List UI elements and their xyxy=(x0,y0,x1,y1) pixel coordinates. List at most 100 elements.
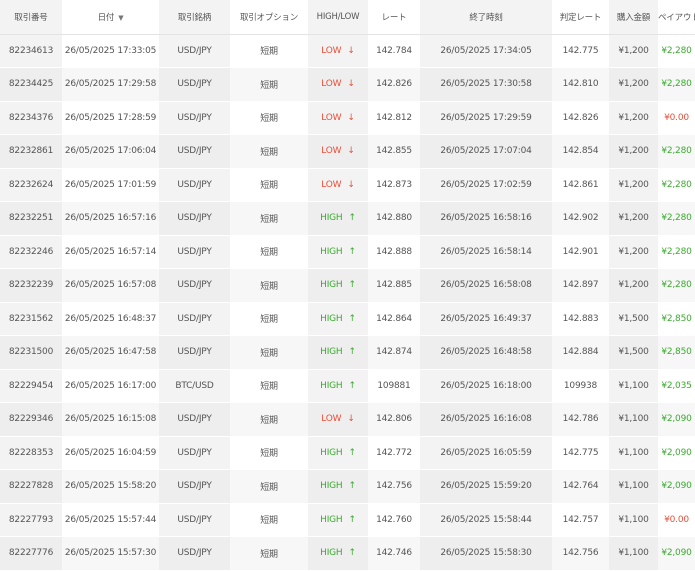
rate-cell: 142.806 xyxy=(368,402,420,437)
table-row[interactable]: 82232861 26/05/2025 17:06:04 USD/JPY 短期 LOW ↓… xyxy=(0,134,695,169)
pair-cell: USD/JPY xyxy=(159,168,230,202)
direction-cell: HIGH ↑ xyxy=(308,268,368,303)
direction-cell: LOW ↓ xyxy=(308,134,368,169)
header-option[interactable]: 取引オプション xyxy=(230,0,308,35)
table-row[interactable]: 82232624 26/05/2025 17:01:59 USD/JPY 短期 LOW ↓… xyxy=(0,168,695,202)
payout-cell: ¥2,035 xyxy=(658,369,695,403)
arrow-up-icon: ↑ xyxy=(348,313,357,324)
amount-cell: ¥1,200 xyxy=(609,268,658,303)
amount-cell: ¥1,200 xyxy=(609,101,658,135)
table-row[interactable]: 82228353 26/05/2025 16:04:59 USD/JPY 短期 HIGH… xyxy=(0,436,695,470)
arrow-up-icon: ↑ xyxy=(348,481,357,492)
amount-cell: ¥1,100 xyxy=(609,536,658,571)
arrow-down-icon: ↓ xyxy=(347,79,355,90)
rate-cell: 142.873 xyxy=(368,168,420,202)
direction-label: HIGH xyxy=(320,213,343,224)
amount-cell: ¥1,100 xyxy=(609,503,658,537)
table-row[interactable]: 82227828 26/05/2025 15:58:20 USD/JPY 短期 HIGH… xyxy=(0,469,695,504)
header-rate[interactable]: レート xyxy=(368,0,420,35)
payout-cell: ¥2,280 xyxy=(658,34,695,68)
pair-cell: USD/JPY xyxy=(159,235,230,269)
arrow-up-icon: ↑ xyxy=(348,548,357,559)
direction-label: HIGH xyxy=(320,380,343,391)
direction-cell: LOW ↓ xyxy=(308,67,368,102)
payout-cell: ¥2,850 xyxy=(658,335,695,370)
table-row[interactable]: 82229346 26/05/2025 16:15:08 USD/JPY 短期 LOW ↓… xyxy=(0,402,695,437)
payout-value: ¥0.00 xyxy=(664,112,689,123)
judge-rate-cell: 142.757 xyxy=(552,503,609,537)
end-time-cell: 26/05/2025 16:05:59 xyxy=(420,436,552,470)
payout-value: ¥0.00 xyxy=(664,514,689,525)
table-row[interactable]: 82227793 26/05/2025 15:57:44 USD/JPY 短期 HIGH… xyxy=(0,503,695,537)
end-time-cell: 26/05/2025 16:48:58 xyxy=(420,335,552,370)
payout-value: ¥2,090 xyxy=(661,548,692,559)
option-cell: 短期 xyxy=(230,503,308,537)
pair-cell: USD/JPY xyxy=(159,268,230,303)
table-row[interactable]: 82234425 26/05/2025 17:29:58 USD/JPY 短期 LOW ↓… xyxy=(0,67,695,102)
payout-value: ¥2,280 xyxy=(661,146,692,157)
direction-cell: HIGH ↑ xyxy=(308,302,368,336)
direction-label: HIGH xyxy=(320,514,343,525)
pair-cell: USD/JPY xyxy=(159,503,230,537)
table-row[interactable]: 82231500 26/05/2025 16:47:58 USD/JPY 短期 HIGH… xyxy=(0,335,695,370)
date-cell: 26/05/2025 16:57:16 xyxy=(62,201,159,236)
header-trade-id[interactable]: 取引番号 xyxy=(0,0,62,35)
payout-cell: ¥0.00 xyxy=(658,503,695,537)
end-time-cell: 26/05/2025 17:30:58 xyxy=(420,67,552,102)
payout-value: ¥2,850 xyxy=(661,313,692,324)
payout-cell: ¥2,090 xyxy=(658,469,695,504)
header-payout[interactable]: ペイアウト xyxy=(658,0,695,35)
rate-cell: 142.760 xyxy=(368,503,420,537)
rate-cell: 142.874 xyxy=(368,335,420,370)
judge-rate-cell: 142.826 xyxy=(552,101,609,135)
arrow-up-icon: ↑ xyxy=(348,447,357,458)
direction-label: LOW xyxy=(321,79,342,90)
rate-cell: 142.826 xyxy=(368,67,420,102)
amount-cell: ¥1,100 xyxy=(609,436,658,470)
rate-cell: 142.864 xyxy=(368,302,420,336)
trade-id-cell: 82227776 xyxy=(0,536,62,571)
amount-cell: ¥1,200 xyxy=(609,67,658,102)
end-time-cell: 26/05/2025 16:58:14 xyxy=(420,235,552,269)
trade-id-cell: 82232246 xyxy=(0,235,62,269)
option-cell: 短期 xyxy=(230,335,308,370)
header-judge-rate[interactable]: 判定レート xyxy=(552,0,609,35)
judge-rate-cell: 142.764 xyxy=(552,469,609,504)
table-row[interactable]: 82234613 26/05/2025 17:33:05 USD/JPY 短期 LOW ↓… xyxy=(0,34,695,68)
option-cell: 短期 xyxy=(230,34,308,68)
judge-rate-cell: 142.810 xyxy=(552,67,609,102)
header-end-time[interactable]: 終了時刻 xyxy=(420,0,552,35)
trade-id-cell: 82234613 xyxy=(0,34,62,68)
direction-label: LOW xyxy=(321,179,342,190)
payout-cell: ¥2,280 xyxy=(658,67,695,102)
rate-cell: 142.812 xyxy=(368,101,420,135)
table-row[interactable]: 82232251 26/05/2025 16:57:16 USD/JPY 短期 HIGH… xyxy=(0,201,695,236)
table-row[interactable]: 82231562 26/05/2025 16:48:37 USD/JPY 短期 HIGH… xyxy=(0,302,695,336)
trade-id-cell: 82228353 xyxy=(0,436,62,470)
date-cell: 26/05/2025 16:15:08 xyxy=(62,402,159,437)
direction-label: HIGH xyxy=(320,548,343,559)
amount-cell: ¥1,200 xyxy=(609,134,658,169)
sort-down-icon[interactable]: ▼ xyxy=(118,14,123,22)
direction-cell: HIGH ↑ xyxy=(308,436,368,470)
header-amount[interactable]: 購入金額 xyxy=(609,0,658,35)
end-time-cell: 26/05/2025 15:58:44 xyxy=(420,503,552,537)
end-time-cell: 26/05/2025 17:02:59 xyxy=(420,168,552,202)
table-row[interactable]: 82227776 26/05/2025 15:57:30 USD/JPY 短期 HIGH… xyxy=(0,536,695,571)
table-header-row: 取引番号 日付 ▼ 取引銘柄 取引オプション HIGH/LOW レート 終了時刻 … xyxy=(0,0,695,35)
direction-label: LOW xyxy=(321,146,342,157)
table-row[interactable]: 82234376 26/05/2025 17:28:59 USD/JPY 短期 LOW ↓… xyxy=(0,101,695,135)
amount-cell: ¥1,100 xyxy=(609,369,658,403)
header-direction[interactable]: HIGH/LOW xyxy=(308,0,368,35)
table-row[interactable]: 82232246 26/05/2025 16:57:14 USD/JPY 短期 HIGH… xyxy=(0,235,695,269)
payout-value: ¥2,850 xyxy=(661,347,692,358)
table-row[interactable]: 82232239 26/05/2025 16:57:08 USD/JPY 短期 HIGH… xyxy=(0,268,695,303)
rate-cell: 142.885 xyxy=(368,268,420,303)
header-pair[interactable]: 取引銘柄 xyxy=(159,0,230,35)
direction-cell: LOW ↓ xyxy=(308,34,368,68)
payout-value: ¥2,280 xyxy=(661,213,692,224)
header-date[interactable]: 日付 ▼ xyxy=(62,0,159,35)
direction-cell: HIGH ↑ xyxy=(308,503,368,537)
table-row[interactable]: 82229454 26/05/2025 16:17:00 BTC/USD 短期 HIGH… xyxy=(0,369,695,403)
payout-value: ¥2,280 xyxy=(661,280,692,291)
